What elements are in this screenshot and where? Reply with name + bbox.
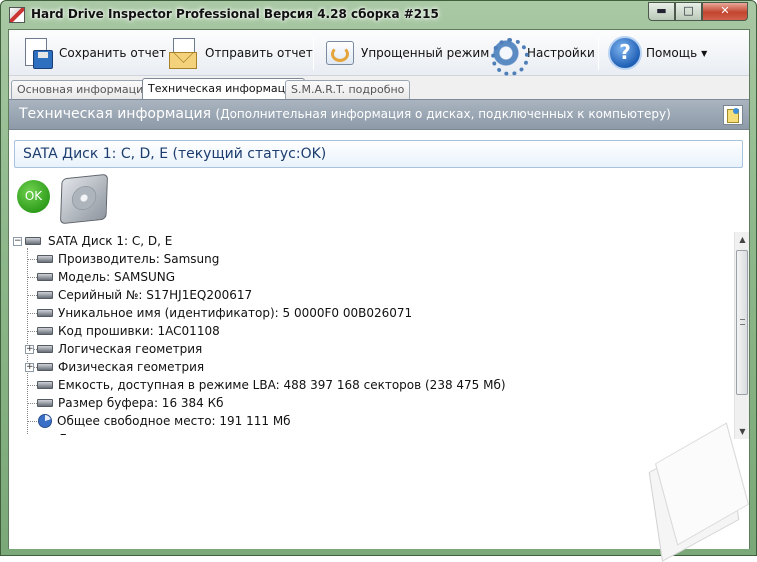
expand-icon[interactable]: +	[25, 434, 34, 435]
dropdown-arrow-icon: ▼	[701, 48, 708, 58]
client-area: Сохранить отчет Отправить отчет Упрощенн…	[8, 29, 750, 562]
app-icon[interactable]	[9, 7, 25, 23]
minimize-button[interactable]: ▬	[648, 2, 675, 21]
expand-icon[interactable]: +	[25, 362, 34, 372]
tree-item[interactable]: Код прошивки: 1AC01108	[29, 322, 220, 340]
tree-item[interactable]: Емкость, доступная в режиме LBA: 488 397…	[29, 376, 506, 394]
hdd-icon	[25, 237, 41, 245]
hdd-icon	[37, 363, 53, 371]
tree-item[interactable]: + Логические диски	[25, 430, 174, 435]
hard-drive-icon	[59, 173, 109, 225]
panel-title-text: Техническая информация	[19, 106, 212, 122]
tree-item-label: Физическая геометрия	[58, 360, 205, 374]
collapse-icon[interactable]: −	[13, 236, 22, 246]
hdd-icon	[37, 327, 53, 335]
help-label: Помощь	[646, 46, 698, 60]
hdd-icon	[37, 345, 53, 353]
vertical-scrollbar[interactable]: ▲ ▼	[734, 232, 749, 439]
tree-item-label: Общее свободное место: 191 111 Мб	[57, 414, 291, 428]
send-report-icon	[167, 36, 201, 70]
tab-basic-info[interactable]: Основная информация	[11, 80, 156, 99]
panel-title: Техническая информация (Дополнительная и…	[19, 106, 671, 122]
hdd-icon	[37, 273, 53, 281]
hdd-icon	[37, 309, 53, 317]
tree-item-label: Серийный №: S17HJ1EQ200617	[58, 288, 253, 302]
settings-label: Настройки	[527, 46, 595, 60]
maximize-icon: □	[683, 4, 694, 17]
toolbar-separator	[598, 36, 599, 70]
notes-icon[interactable]	[723, 105, 743, 125]
hdd-icon	[37, 399, 53, 407]
tree-item-label: Модель: SAMSUNG	[58, 270, 176, 284]
settings-button[interactable]: Настройки	[489, 34, 595, 76]
pie-chart-icon	[38, 414, 52, 428]
send-report-button[interactable]: Отправить отчет	[167, 34, 313, 72]
toolbar: Сохранить отчет Отправить отчет Упрощенн…	[9, 30, 749, 76]
scroll-up-icon[interactable]: ▲	[735, 232, 750, 247]
panel-header: Техническая информация (Дополнительная и…	[9, 100, 749, 130]
tree-item-label: Логические диски	[58, 432, 174, 435]
disk-info-tree[interactable]: − SATA Диск 1: C, D, E Производитель: Sa…	[13, 232, 735, 435]
close-button[interactable]: ✕	[702, 2, 748, 21]
status-ok-icon: OK	[17, 180, 50, 213]
hdd-icon	[37, 381, 53, 389]
tree-item-label: Емкость, доступная в режиме LBA: 488 397…	[58, 378, 506, 392]
tree-item[interactable]: Серийный №: S17HJ1EQ200617	[29, 286, 252, 304]
tree-item[interactable]: Модель: SAMSUNG	[29, 268, 175, 286]
tree-item[interactable]: + Логическая геометрия	[25, 340, 203, 358]
expand-icon[interactable]: +	[25, 344, 34, 354]
tree-item[interactable]: Общее свободное место: 191 111 Мб	[29, 412, 291, 430]
title-bar[interactable]: Hard Drive Inspector Professional Версия…	[1, 1, 756, 29]
help-icon: ?	[608, 36, 642, 70]
tree-root-label: SATA Диск 1: C, D, E	[48, 234, 173, 248]
disk-header: SATA Диск 1: C, D, E (текущий статус:OK)	[14, 140, 743, 168]
hdd-icon	[37, 291, 53, 299]
help-button[interactable]: ? Помощь ▼	[608, 34, 707, 72]
simple-mode-label: Упрощенный режим	[361, 46, 490, 60]
simple-mode-button[interactable]: Упрощенный режим	[323, 34, 489, 72]
window-title: Hard Drive Inspector Professional Версия…	[31, 7, 439, 21]
gear-icon	[489, 36, 529, 76]
technical-info-panel: Техническая информация (Дополнительная и…	[9, 99, 750, 562]
tree-item-label: Логическая геометрия	[58, 342, 203, 356]
paper-decoration-icon	[645, 422, 750, 562]
disk-header-text: SATA Диск 1: C, D, E (текущий статус:OK)	[23, 146, 327, 162]
tree-item-label: Размер буфера: 16 384 Кб	[58, 396, 224, 410]
save-report-label: Сохранить отчет	[59, 46, 167, 60]
toolbar-separator	[313, 36, 314, 70]
tree-item[interactable]: Производитель: Samsung	[29, 250, 219, 268]
simple-mode-icon	[323, 36, 357, 70]
tab-strip: Основная информация Техническая информац…	[9, 78, 749, 100]
save-report-icon	[21, 36, 55, 70]
save-report-button[interactable]: Сохранить отчет	[21, 34, 166, 72]
tree-item[interactable]: Размер буфера: 16 384 Кб	[29, 394, 224, 412]
tree-root[interactable]: − SATA Диск 1: C, D, E	[13, 232, 174, 250]
tree-item-label: Уникальное имя (идентификатор): 5 0000F0…	[58, 306, 413, 320]
send-report-label: Отправить отчет	[205, 46, 313, 60]
minimize-icon: ▬	[656, 4, 667, 17]
scroll-thumb[interactable]	[736, 250, 748, 395]
tab-technical-info[interactable]: Техническая информация	[142, 78, 305, 99]
tree-item[interactable]: + Физическая геометрия	[25, 358, 205, 376]
tab-smart-details[interactable]: S.M.A.R.T. подробно	[285, 80, 411, 99]
tree-item-label: Производитель: Samsung	[58, 252, 220, 266]
panel-subtitle: (Дополнительная информация о дисках, под…	[215, 107, 671, 121]
tree-item[interactable]: Уникальное имя (идентификатор): 5 0000F0…	[29, 304, 412, 322]
hdd-icon	[37, 255, 53, 263]
tree-item-label: Код прошивки: 1AC01108	[58, 324, 220, 338]
maximize-button[interactable]: □	[675, 2, 702, 21]
close-icon: ✕	[720, 4, 730, 17]
app-window: Hard Drive Inspector Professional Версия…	[0, 0, 757, 562]
